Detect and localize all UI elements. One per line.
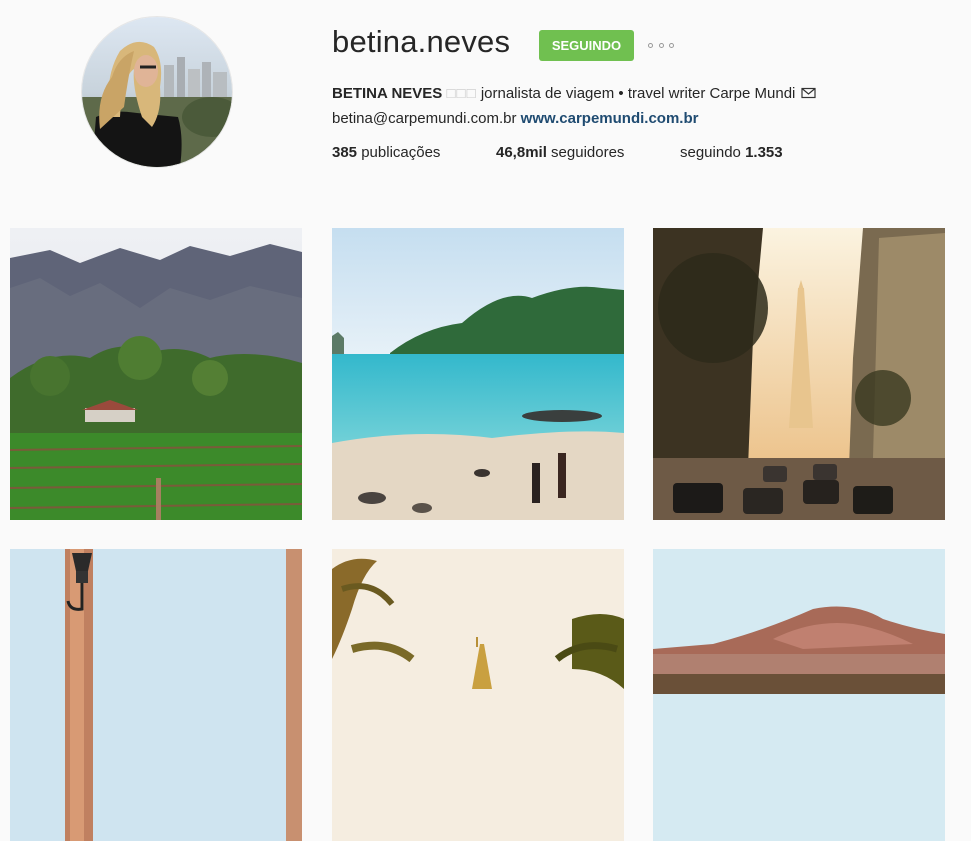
envelope-icon	[800, 83, 816, 107]
profile-username: betina.neves	[332, 24, 511, 59]
followers-label: seguidores	[551, 144, 625, 161]
followers-count: 46,8mil	[496, 144, 547, 161]
more-options-icon[interactable]	[648, 36, 674, 54]
bio-line-2: betina@carpemundi.com.br www.carpemundi.…	[332, 107, 816, 131]
followers-stat[interactable]: 46,8mil seguidores	[496, 144, 624, 161]
post-mountain-farm[interactable]	[10, 228, 302, 520]
bio-text: jornalista de viagem • travel writer Car…	[480, 85, 796, 102]
posts-label: publicações	[361, 144, 441, 161]
more-dot	[669, 42, 674, 48]
following-stat[interactable]: seguindo 1.353	[680, 144, 783, 161]
posts-count: 385	[332, 144, 358, 161]
profile-avatar[interactable]	[81, 16, 233, 168]
posts-count-stat: 385 publicações	[332, 144, 440, 161]
full-name: BETINA NEVES	[332, 85, 443, 102]
following-count: 1.353	[745, 144, 783, 161]
post-palm-pagoda[interactable]	[332, 549, 624, 841]
post-street-lamp[interactable]	[10, 549, 302, 841]
post-tropical-beach[interactable]	[332, 228, 624, 520]
following-label: seguindo	[680, 144, 741, 161]
following-button[interactable]: SEGUINDO	[539, 30, 634, 61]
post-city-avenue[interactable]	[653, 228, 945, 520]
post-desert-mountain[interactable]	[653, 549, 945, 841]
website-link[interactable]: www.carpemundi.com.br	[521, 110, 699, 127]
bio-email: betina@carpemundi.com.br	[332, 110, 517, 127]
more-dot	[658, 42, 664, 48]
bio-line-1: BETINA NEVES □□□ jornalista de viagem • …	[332, 82, 816, 107]
profile-bio: BETINA NEVES □□□ jornalista de viagem • …	[332, 82, 816, 131]
name-emoji-glyphs: □□□	[446, 85, 477, 102]
more-dot	[648, 42, 653, 48]
